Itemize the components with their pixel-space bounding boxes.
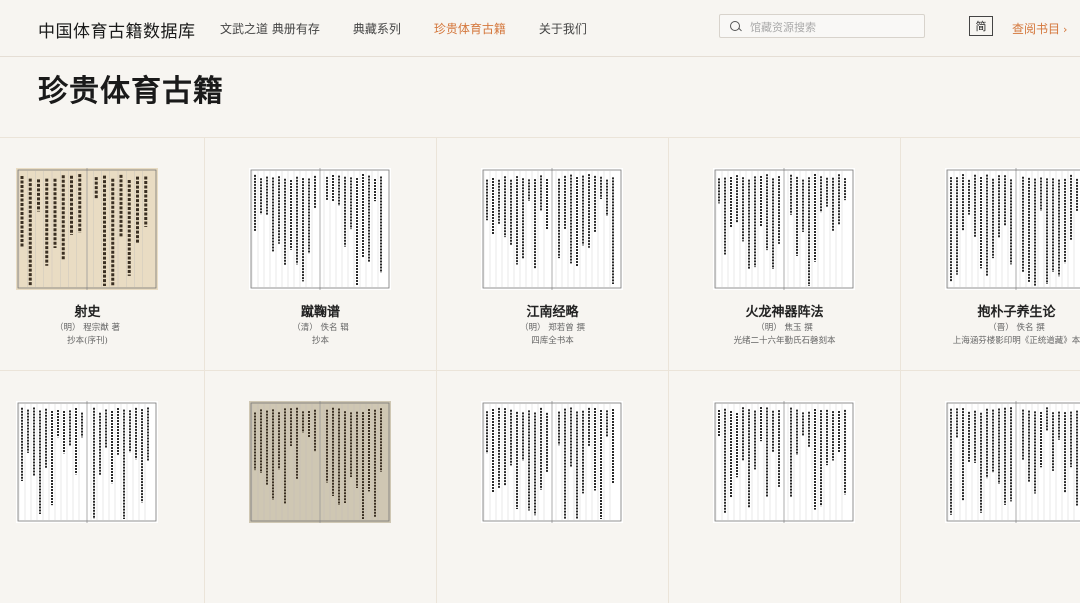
book-cover-image[interactable] [16,401,158,523]
nav-item-collections[interactable]: 典藏系列 [353,20,401,37]
book-author: （清） 佚名 辑 [292,323,349,333]
main-nav: 文武之道 典册有存 典藏系列 珍贵体育古籍 关于我们 [220,20,620,37]
nav-item-about[interactable]: 关于我们 [539,20,587,37]
browse-catalog-link[interactable]: 查阅书目 › [1012,20,1067,37]
book-author: （晋） 佚名 撰 [988,323,1045,333]
book-scan-graphic [713,401,855,523]
book-card[interactable]: 江南经略 （明） 郑若曾 撰四库全书本 [437,138,669,370]
book-cover-image[interactable] [249,168,391,290]
book-cover-image[interactable] [713,401,855,523]
book-author: （明） 郑若曾 撰 [520,323,585,333]
book-scan-graphic [713,168,855,290]
search-icon[interactable] [730,21,740,31]
book-cover-image[interactable] [249,401,391,523]
book-edition: 抄本 [311,336,329,346]
book-title[interactable]: 江南经略 [437,301,668,320]
book-card[interactable] [205,371,437,603]
book-scan-graphic [16,168,158,290]
nav-item-rare-books[interactable]: 珍贵体育古籍 [434,20,506,37]
book-cover-image[interactable] [481,401,623,523]
book-cover-image[interactable] [713,168,855,290]
book-scan-graphic [945,168,1080,290]
book-grid: 射史 （明） 程宗猷 著抄本(序刊) 蹴鞠谱 （清） 佚名 辑抄本 江南经略 （明） 郑若… [0,137,1080,603]
book-edition: 抄本(序刊) [67,336,108,346]
book-card[interactable] [0,371,205,603]
book-cover-image[interactable] [481,168,623,290]
browse-catalog-label: 查阅书目 [1012,22,1061,36]
book-edition: 四库全书本 [531,336,574,346]
book-card[interactable]: 射史 （明） 程宗猷 著抄本(序刊) [0,138,205,370]
book-scan-graphic [16,401,158,523]
book-cover-image[interactable] [945,401,1080,523]
book-title[interactable]: 蹴鞠谱 [205,301,436,320]
book-card[interactable] [669,371,901,603]
book-card[interactable] [437,371,669,603]
top-header: 中国体育古籍数据库 文武之道 典册有存 典藏系列 珍贵体育古籍 关于我们 简 查… [0,0,1080,57]
book-title[interactable]: 射史 [0,301,175,320]
book-card[interactable] [901,371,1080,603]
book-cover-image[interactable] [16,168,158,290]
book-scan-graphic [945,401,1080,523]
book-author: （明） 程宗猷 著 [55,323,120,333]
book-cover-image[interactable] [945,168,1080,290]
book-title[interactable]: 火龙神器阵法 [669,301,900,320]
search-input[interactable] [748,18,922,36]
book-edition: 上海涵芬楼影印明《正统道藏》本 [952,336,1080,346]
language-toggle-button[interactable]: 简 [969,16,993,36]
book-author: （明） 焦玉 撰 [756,323,813,333]
book-card[interactable]: 火龙神器阵法 （明） 焦玉 撰光绪二十六年勤氏石磬刻本 [669,138,901,370]
book-row [0,370,1080,603]
nav-item-wenwu[interactable]: 文武之道 典册有存 [220,20,320,37]
book-scan-graphic [249,401,391,523]
book-row: 射史 （明） 程宗猷 著抄本(序刊) 蹴鞠谱 （清） 佚名 辑抄本 江南经略 （明） 郑若… [0,138,1080,370]
book-card[interactable]: 蹴鞠谱 （清） 佚名 辑抄本 [205,138,437,370]
book-scan-graphic [249,168,391,290]
book-title[interactable]: 抱朴子养生论 [901,301,1080,320]
search-box [719,14,925,38]
chevron-right-icon: › [1063,23,1068,36]
site-logo[interactable]: 中国体育古籍数据库 [38,17,196,42]
book-card[interactable]: 抱朴子养生论 （晋） 佚名 撰上海涵芬楼影印明《正统道藏》本 [901,138,1080,370]
book-edition: 光绪二十六年勤氏石磬刻本 [733,336,836,346]
book-scan-graphic [481,401,623,523]
page-title: 珍贵体育古籍 [38,74,224,109]
book-scan-graphic [481,168,623,290]
